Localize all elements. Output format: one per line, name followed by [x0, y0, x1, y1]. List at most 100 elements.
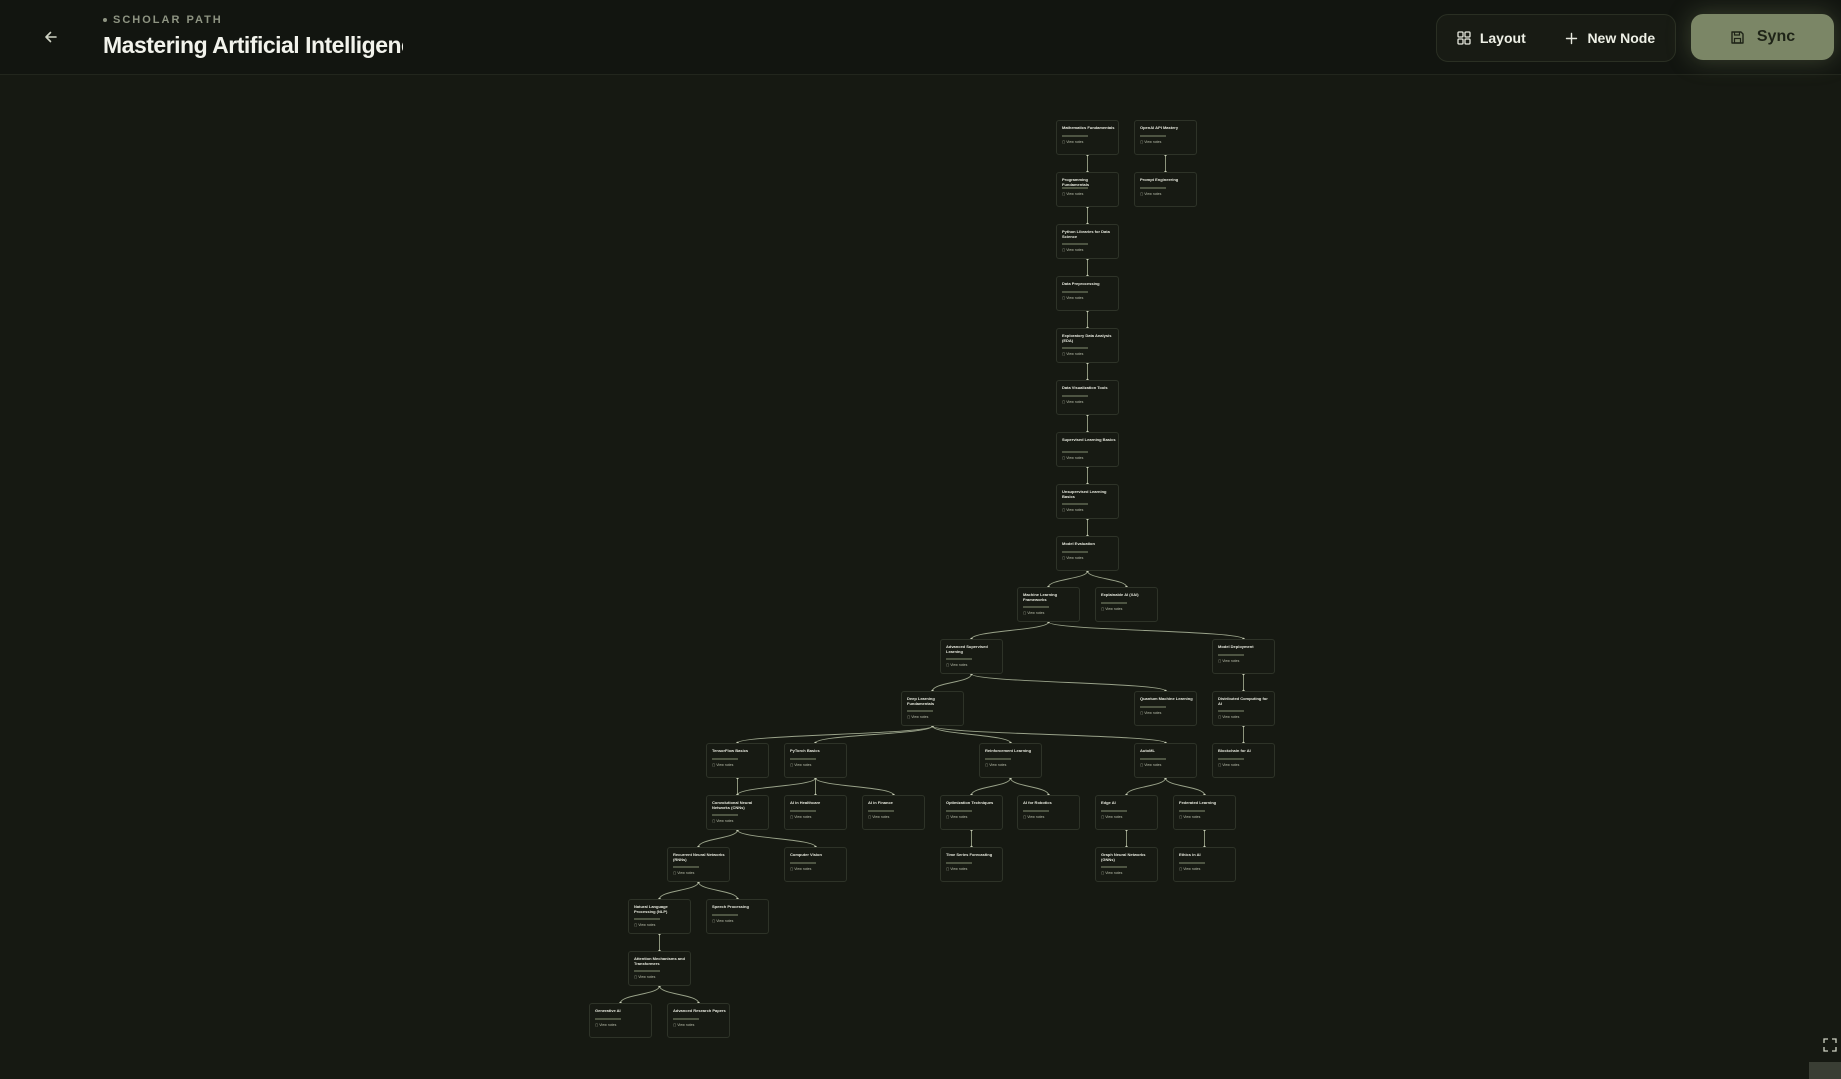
roadmap-node[interactable]: Speech Processing ▢ View notes [706, 899, 769, 934]
roadmap-node[interactable]: Supervised Learning Basics ▢ View notes [1056, 432, 1119, 467]
view-notes-link[interactable]: ▢ View notes [1023, 815, 1044, 819]
view-notes-link[interactable]: ▢ View notes [1140, 140, 1161, 144]
roadmap-node[interactable]: Python Libraries for Data Science ▢ View … [1056, 224, 1119, 259]
view-notes-link[interactable]: ▢ View notes [868, 815, 889, 819]
view-notes-link[interactable]: ▢ View notes [946, 867, 967, 871]
view-notes-link[interactable]: ▢ View notes [1140, 711, 1161, 715]
roadmap-node[interactable]: Mathematics Fundamentals ▢ View notes [1056, 120, 1119, 155]
view-notes-link[interactable]: ▢ View notes [1062, 140, 1083, 144]
node-progress [868, 810, 894, 812]
roadmap-node[interactable]: Edge AI ▢ View notes [1095, 795, 1158, 830]
roadmap-node[interactable]: AutoML ▢ View notes [1134, 743, 1197, 778]
layout-button[interactable]: Layout [1449, 24, 1534, 52]
roadmap-node[interactable]: Deep Learning Fundamentals ▢ View notes [901, 691, 964, 726]
graph-edge [1010, 777, 1049, 796]
roadmap-node[interactable]: Explainable AI (XAI) ▢ View notes [1095, 587, 1158, 622]
view-notes-link[interactable]: ▢ View notes [1062, 400, 1083, 404]
view-notes-link[interactable]: ▢ View notes [1218, 763, 1239, 767]
view-notes-link[interactable]: ▢ View notes [1179, 815, 1200, 819]
new-node-button[interactable]: New Node [1557, 24, 1663, 52]
roadmap-node[interactable]: Model Deployment ▢ View notes [1212, 639, 1275, 674]
node-progress [946, 658, 972, 660]
view-notes-link[interactable]: ▢ View notes [673, 871, 694, 875]
view-notes-link[interactable]: ▢ View notes [1062, 248, 1083, 252]
roadmap-node[interactable]: Model Evaluation ▢ View notes [1056, 536, 1119, 571]
roadmap-node[interactable]: Computer Vision ▢ View notes [784, 847, 847, 882]
view-notes-link[interactable]: ▢ View notes [712, 763, 733, 767]
view-notes-link[interactable]: ▢ View notes [1101, 607, 1122, 611]
view-notes-link[interactable]: ▢ View notes [1062, 192, 1083, 196]
roadmap-node[interactable]: Convolutional Neural Networks (CNNs) ▢ Vi… [706, 795, 769, 830]
roadmap-node[interactable]: PyTorch Basics ▢ View notes [784, 743, 847, 778]
roadmap-node[interactable]: Distributed Computing for AI ▢ View notes [1212, 691, 1275, 726]
view-notes-link[interactable]: ▢ View notes [1218, 659, 1239, 663]
view-notes-link[interactable]: ▢ View notes [1062, 456, 1083, 460]
node-progress [1101, 602, 1127, 604]
view-notes-link[interactable]: ▢ View notes [1101, 815, 1122, 819]
view-notes-link[interactable]: ▢ View notes [790, 867, 811, 871]
roadmap-node[interactable]: Blockchain for AI ▢ View notes [1212, 743, 1275, 778]
node-title: Programming Fundamentals [1062, 177, 1090, 187]
roadmap-node[interactable]: Exploratory Data Analysis (EDA) ▢ View no… [1056, 328, 1119, 363]
node-progress [985, 758, 1011, 760]
node-title: Model Evaluation [1062, 541, 1095, 546]
view-notes-link[interactable]: ▢ View notes [1218, 715, 1239, 719]
roadmap-node[interactable]: Graph Neural Networks (GNNs) ▢ View notes [1095, 847, 1158, 882]
roadmap-node[interactable]: Unsupervised Learning Basics ▢ View notes [1056, 484, 1119, 519]
graph-edge [971, 621, 1049, 640]
view-notes-link[interactable]: ▢ View notes [673, 1023, 694, 1027]
view-notes-link[interactable]: ▢ View notes [790, 815, 811, 819]
view-notes-link[interactable]: ▢ View notes [634, 975, 655, 979]
node-title: AI for Robotics [1023, 800, 1052, 805]
roadmap-node[interactable]: TensorFlow Basics ▢ View notes [706, 743, 769, 778]
roadmap-node[interactable]: Programming Fundamentals ▢ View notes [1056, 172, 1119, 207]
view-notes-link[interactable]: ▢ View notes [1140, 763, 1161, 767]
view-notes-link[interactable]: ▢ View notes [634, 923, 655, 927]
graph-canvas[interactable]: Mathematics Fundamentals ▢ View notes Open… [0, 75, 1841, 1079]
roadmap-node[interactable]: Federated Learning ▢ View notes [1173, 795, 1236, 830]
roadmap-node[interactable]: Optimization Techniques ▢ View notes [940, 795, 1003, 830]
fit-view-button[interactable] [1822, 1037, 1838, 1053]
view-notes-link[interactable]: ▢ View notes [1179, 867, 1200, 871]
roadmap-node[interactable]: Attention Mechanisms and Transformers ▢ V… [628, 951, 691, 986]
roadmap-node[interactable]: OpenAI API Mastery ▢ View notes [1134, 120, 1197, 155]
view-notes-link[interactable]: ▢ View notes [907, 715, 928, 719]
graph-edge [971, 777, 1011, 796]
view-notes-link[interactable]: ▢ View notes [712, 919, 733, 923]
roadmap-node[interactable]: AI for Robotics ▢ View notes [1017, 795, 1080, 830]
roadmap-node[interactable]: Generative AI ▢ View notes [589, 1003, 652, 1038]
view-notes-link[interactable]: ▢ View notes [946, 663, 967, 667]
view-notes-link[interactable]: ▢ View notes [1023, 611, 1044, 615]
view-notes-link[interactable]: ▢ View notes [1140, 192, 1161, 196]
node-progress [595, 1018, 621, 1020]
view-notes-link[interactable]: ▢ View notes [595, 1023, 616, 1027]
node-progress [1140, 187, 1166, 189]
view-notes-link[interactable]: ▢ View notes [985, 763, 1006, 767]
roadmap-node[interactable]: Natural Language Processing (NLP) ▢ View … [628, 899, 691, 934]
roadmap-node[interactable]: Advanced Research Papers ▢ View notes [667, 1003, 730, 1038]
roadmap-node[interactable]: Data Visualization Tools ▢ View notes [1056, 380, 1119, 415]
view-notes-link[interactable]: ▢ View notes [790, 763, 811, 767]
roadmap-node[interactable]: Data Preprocessing ▢ View notes [1056, 276, 1119, 311]
view-notes-link[interactable]: ▢ View notes [1062, 508, 1083, 512]
roadmap-node[interactable]: AI in Healthcare ▢ View notes [784, 795, 847, 830]
roadmap-node[interactable]: Machine Learning Frameworks ▢ View notes [1017, 587, 1080, 622]
roadmap-node[interactable]: AI in Finance ▢ View notes [862, 795, 925, 830]
view-notes-link[interactable]: ▢ View notes [1062, 296, 1083, 300]
back-button[interactable] [36, 22, 66, 52]
view-notes-link[interactable]: ▢ View notes [712, 819, 733, 823]
view-notes-link[interactable]: ▢ View notes [1062, 556, 1083, 560]
node-progress [1179, 810, 1205, 812]
roadmap-node[interactable]: Reinforcement Learning ▢ View notes [979, 743, 1042, 778]
sync-button[interactable]: Sync [1691, 14, 1834, 60]
view-notes-link[interactable]: ▢ View notes [946, 815, 967, 819]
view-notes-link[interactable]: ▢ View notes [1062, 352, 1083, 356]
roadmap-node[interactable]: Recurrent Neural Networks (RNNs) ▢ View n… [667, 847, 730, 882]
node-title: Generative AI [595, 1008, 621, 1013]
roadmap-node[interactable]: Quantum Machine Learning ▢ View notes [1134, 691, 1197, 726]
roadmap-node[interactable]: Ethics in AI ▢ View notes [1173, 847, 1236, 882]
view-notes-link[interactable]: ▢ View notes [1101, 871, 1122, 875]
roadmap-node[interactable]: Advanced Supervised Learning ▢ View notes [940, 639, 1003, 674]
roadmap-node[interactable]: Time Series Forecasting ▢ View notes [940, 847, 1003, 882]
roadmap-node[interactable]: Prompt Engineering ▢ View notes [1134, 172, 1197, 207]
